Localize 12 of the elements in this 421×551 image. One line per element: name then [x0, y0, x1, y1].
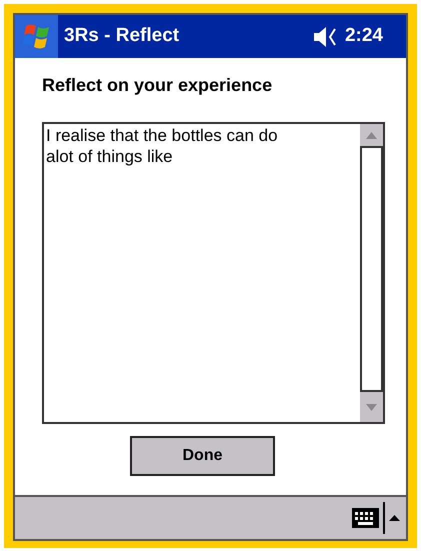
entered-text: I realise that the bottles can do alot of things like [46, 125, 279, 167]
clock-time[interactable]: 2:24 [344, 22, 383, 51]
done-button[interactable]: Done [130, 436, 275, 476]
start-button[interactable] [15, 15, 58, 58]
keyboard-icon[interactable] [352, 508, 379, 528]
reflection-field[interactable]: I realise that the bottles can do alot of things like [42, 122, 385, 424]
scrollbar[interactable] [360, 124, 383, 422]
flag-icon [22, 22, 52, 50]
prompt-heading: Reflect on your experience [42, 74, 274, 97]
up-caret-icon[interactable] [389, 515, 400, 521]
scroll-thumb[interactable] [360, 146, 383, 392]
window-title: 3Rs - Reflect [64, 24, 180, 48]
